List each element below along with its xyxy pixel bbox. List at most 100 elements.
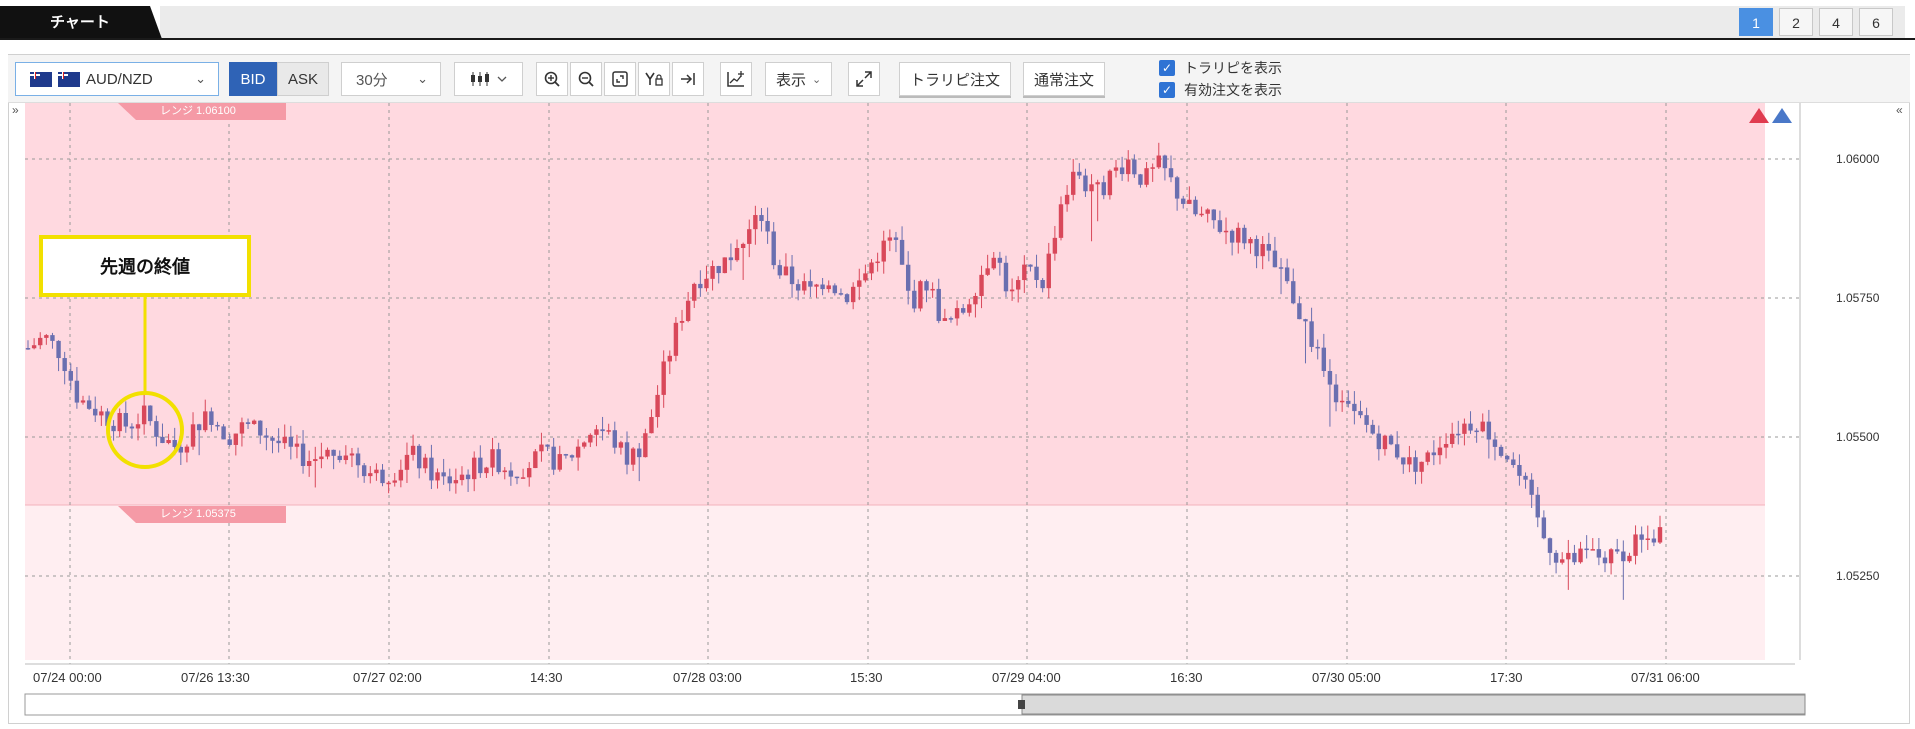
below-range-area	[25, 505, 1765, 660]
candle-body	[1260, 244, 1265, 257]
candle-body	[1621, 551, 1626, 562]
candle-body	[361, 465, 367, 477]
candle-body	[1132, 159, 1137, 175]
candle-body	[1009, 289, 1015, 292]
candle-body	[1083, 175, 1088, 192]
candle-body	[50, 335, 55, 341]
candle-body	[62, 358, 67, 372]
candle-body	[1034, 266, 1039, 281]
candle-body	[588, 434, 593, 443]
candle-body	[196, 424, 202, 431]
candle-body	[844, 294, 850, 303]
candle-body	[1284, 267, 1290, 282]
candle-body	[1150, 167, 1155, 169]
candle-body	[1346, 400, 1351, 404]
candle-body	[1022, 264, 1027, 281]
candle-body	[698, 283, 703, 289]
candle-body	[624, 442, 630, 465]
candle-body	[288, 436, 294, 447]
candlestick-chart[interactable]	[0, 0, 1915, 729]
candle-body	[1168, 168, 1174, 178]
candle-body	[1272, 250, 1278, 268]
candle-body	[1449, 433, 1455, 444]
candle-body	[1089, 184, 1094, 192]
candle-body	[251, 420, 257, 424]
candle-body	[918, 281, 923, 309]
x-tick-label: 07/26 13:30	[181, 670, 250, 685]
x-tick-label: 07/29 04:00	[992, 670, 1061, 685]
candle-body	[343, 455, 349, 461]
candle-body	[1028, 264, 1033, 267]
candle-body	[355, 453, 361, 466]
candle-body	[86, 400, 92, 409]
candle-body	[704, 278, 709, 289]
candle-body	[1297, 303, 1302, 320]
candle-body	[887, 237, 893, 241]
candle-body	[1291, 281, 1296, 304]
candle-body	[215, 424, 220, 427]
candle-body	[954, 308, 960, 319]
candle-body	[1602, 557, 1608, 564]
candle-body	[630, 448, 636, 465]
candle-body	[270, 437, 275, 441]
candle-body	[569, 455, 575, 458]
candle-body	[435, 472, 440, 481]
candle-body	[56, 340, 61, 359]
candle-body	[1468, 423, 1473, 431]
candle-body	[1242, 227, 1247, 244]
candle-body	[973, 295, 978, 305]
candle-body	[563, 454, 569, 456]
candle-body	[380, 469, 385, 484]
x-tick-label: 07/24 00:00	[33, 670, 102, 685]
navigator-window[interactable]	[1021, 694, 1806, 715]
candle-body	[612, 430, 617, 448]
candle-body	[1071, 171, 1076, 195]
candle-body	[1248, 238, 1253, 244]
candle-body	[814, 284, 819, 287]
candle-body	[44, 335, 49, 338]
candle-body	[905, 264, 911, 291]
y-tick-label: 1.05250	[1836, 569, 1880, 583]
candle-body	[300, 443, 306, 466]
range-band	[25, 103, 1765, 505]
candle-body	[1498, 446, 1504, 456]
candle-body	[1364, 415, 1369, 425]
candle-body	[1572, 552, 1577, 563]
candle-body	[239, 422, 245, 434]
candle-body	[313, 459, 318, 462]
candle-body	[1553, 552, 1559, 563]
candle-body	[1095, 182, 1100, 185]
candle-body	[441, 472, 446, 477]
candle-body	[294, 443, 300, 447]
candle-body	[472, 457, 477, 480]
candle-body	[1443, 443, 1449, 448]
candle-body	[527, 468, 532, 478]
candle-body	[979, 274, 984, 296]
candle-body	[1187, 199, 1192, 204]
y-tick-label: 1.05500	[1836, 430, 1880, 444]
candle-body	[533, 451, 538, 469]
x-tick-label: 17:30	[1490, 670, 1523, 685]
candle-body	[374, 469, 379, 474]
y-tick-label: 1.06000	[1836, 152, 1880, 166]
candle-body	[154, 421, 159, 437]
candle-body	[1486, 421, 1492, 440]
candle-body	[826, 285, 831, 290]
candle-body	[795, 284, 801, 291]
candle-body	[392, 480, 397, 483]
candle-body	[1431, 452, 1437, 456]
candle-body	[808, 281, 813, 287]
candle-body	[1278, 267, 1284, 269]
candle-body	[1327, 371, 1333, 385]
navigator-handle[interactable]	[1018, 700, 1025, 709]
candle-body	[1174, 177, 1180, 199]
candle-body	[1639, 534, 1644, 540]
candle-body	[1199, 213, 1204, 216]
candle-body	[264, 435, 269, 438]
candle-body	[1608, 549, 1614, 564]
candle-body	[1303, 319, 1308, 322]
candle-body	[1633, 534, 1638, 556]
candle-body	[1144, 168, 1149, 185]
candle-body	[783, 266, 789, 276]
candle-body	[31, 345, 37, 349]
